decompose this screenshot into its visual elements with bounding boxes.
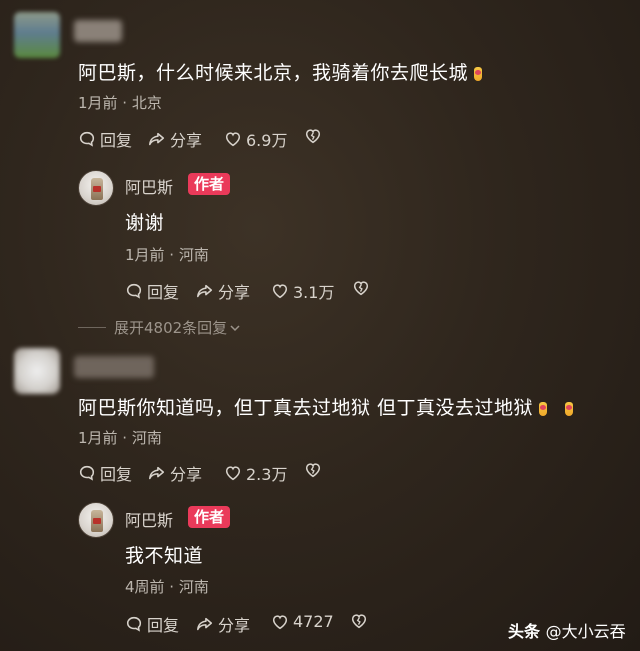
- comment-bubble-icon: [126, 616, 142, 632]
- comment-screen: 阿巴斯，什么时候来北京，我骑着你去爬长城 1月前 · 北京 回复 分享 6.9万…: [0, 0, 640, 651]
- reply-button[interactable]: 回复: [78, 127, 132, 151]
- reply-button[interactable]: 回复: [78, 461, 132, 485]
- comment-meta: 1月前 · 河南: [78, 429, 162, 447]
- share-arrow-icon: [197, 617, 213, 631]
- dislike-button[interactable]: [304, 127, 322, 145]
- author-badge: 作者: [188, 173, 231, 195]
- commenter-name-blurred: [74, 356, 154, 378]
- chevron-down-icon: [230, 324, 240, 331]
- comment-bubble-icon: [79, 131, 95, 147]
- expand-replies-button[interactable]: 展开4802条回复: [78, 317, 241, 338]
- watermark: 头条 @大小云吞: [508, 622, 626, 641]
- like-button[interactable]: 3.1万: [271, 279, 334, 303]
- share-button[interactable]: 分享: [148, 127, 202, 151]
- like-button[interactable]: 2.3万: [224, 461, 287, 485]
- reply-button[interactable]: 回复: [125, 279, 179, 303]
- broken-heart-icon: [305, 129, 321, 144]
- reply-button[interactable]: 回复: [125, 612, 179, 636]
- author-badge: 作者: [188, 506, 231, 528]
- share-arrow-icon: [197, 284, 213, 298]
- reply-author-name[interactable]: 阿巴斯: [125, 174, 173, 198]
- divider-line: [78, 327, 106, 328]
- author-avatar[interactable]: [78, 170, 114, 206]
- author-avatar[interactable]: [78, 502, 114, 538]
- comment-bubble-icon: [79, 465, 95, 481]
- broken-heart-icon: [305, 463, 321, 478]
- comment-text: 阿巴斯，什么时候来北京，我骑着你去爬长城: [78, 58, 484, 85]
- reply-text: 我不知道: [125, 545, 204, 567]
- share-arrow-icon: [149, 466, 165, 480]
- commenter-avatar[interactable]: [14, 12, 60, 58]
- broken-heart-icon: [353, 281, 369, 296]
- dislike-button[interactable]: [352, 279, 370, 297]
- reply-meta: 1月前 · 河南: [125, 246, 209, 264]
- fingers-crossed-emoji-icon: [537, 401, 549, 417]
- like-button[interactable]: 6.9万: [224, 127, 287, 151]
- share-button[interactable]: 分享: [196, 279, 250, 303]
- like-button[interactable]: 4727: [271, 612, 334, 631]
- broken-heart-icon: [351, 614, 367, 629]
- share-arrow-icon: [149, 132, 165, 146]
- dislike-button[interactable]: [350, 612, 368, 630]
- commenter-name-blurred: [74, 20, 122, 42]
- reply-author-name[interactable]: 阿巴斯: [125, 507, 173, 531]
- comment-text: 阿巴斯你知道吗，但丁真去过地狱 但丁真没去过地狱: [78, 393, 575, 420]
- heart-icon: [272, 614, 288, 629]
- share-button[interactable]: 分享: [148, 461, 202, 485]
- commenter-avatar[interactable]: [14, 348, 60, 394]
- share-button[interactable]: 分享: [196, 612, 250, 636]
- reply-meta: 4周前 · 河南: [125, 578, 209, 596]
- comment-meta: 1月前 · 北京: [78, 94, 162, 112]
- dislike-button[interactable]: [304, 461, 322, 479]
- comment-bubble-icon: [126, 283, 142, 299]
- heart-icon: [225, 466, 241, 481]
- heart-icon: [225, 132, 241, 147]
- heart-icon: [272, 284, 288, 299]
- fingers-crossed-emoji-icon: [563, 401, 575, 417]
- fingers-crossed-emoji-icon: [472, 66, 484, 82]
- reply-text: 谢谢: [125, 212, 165, 234]
